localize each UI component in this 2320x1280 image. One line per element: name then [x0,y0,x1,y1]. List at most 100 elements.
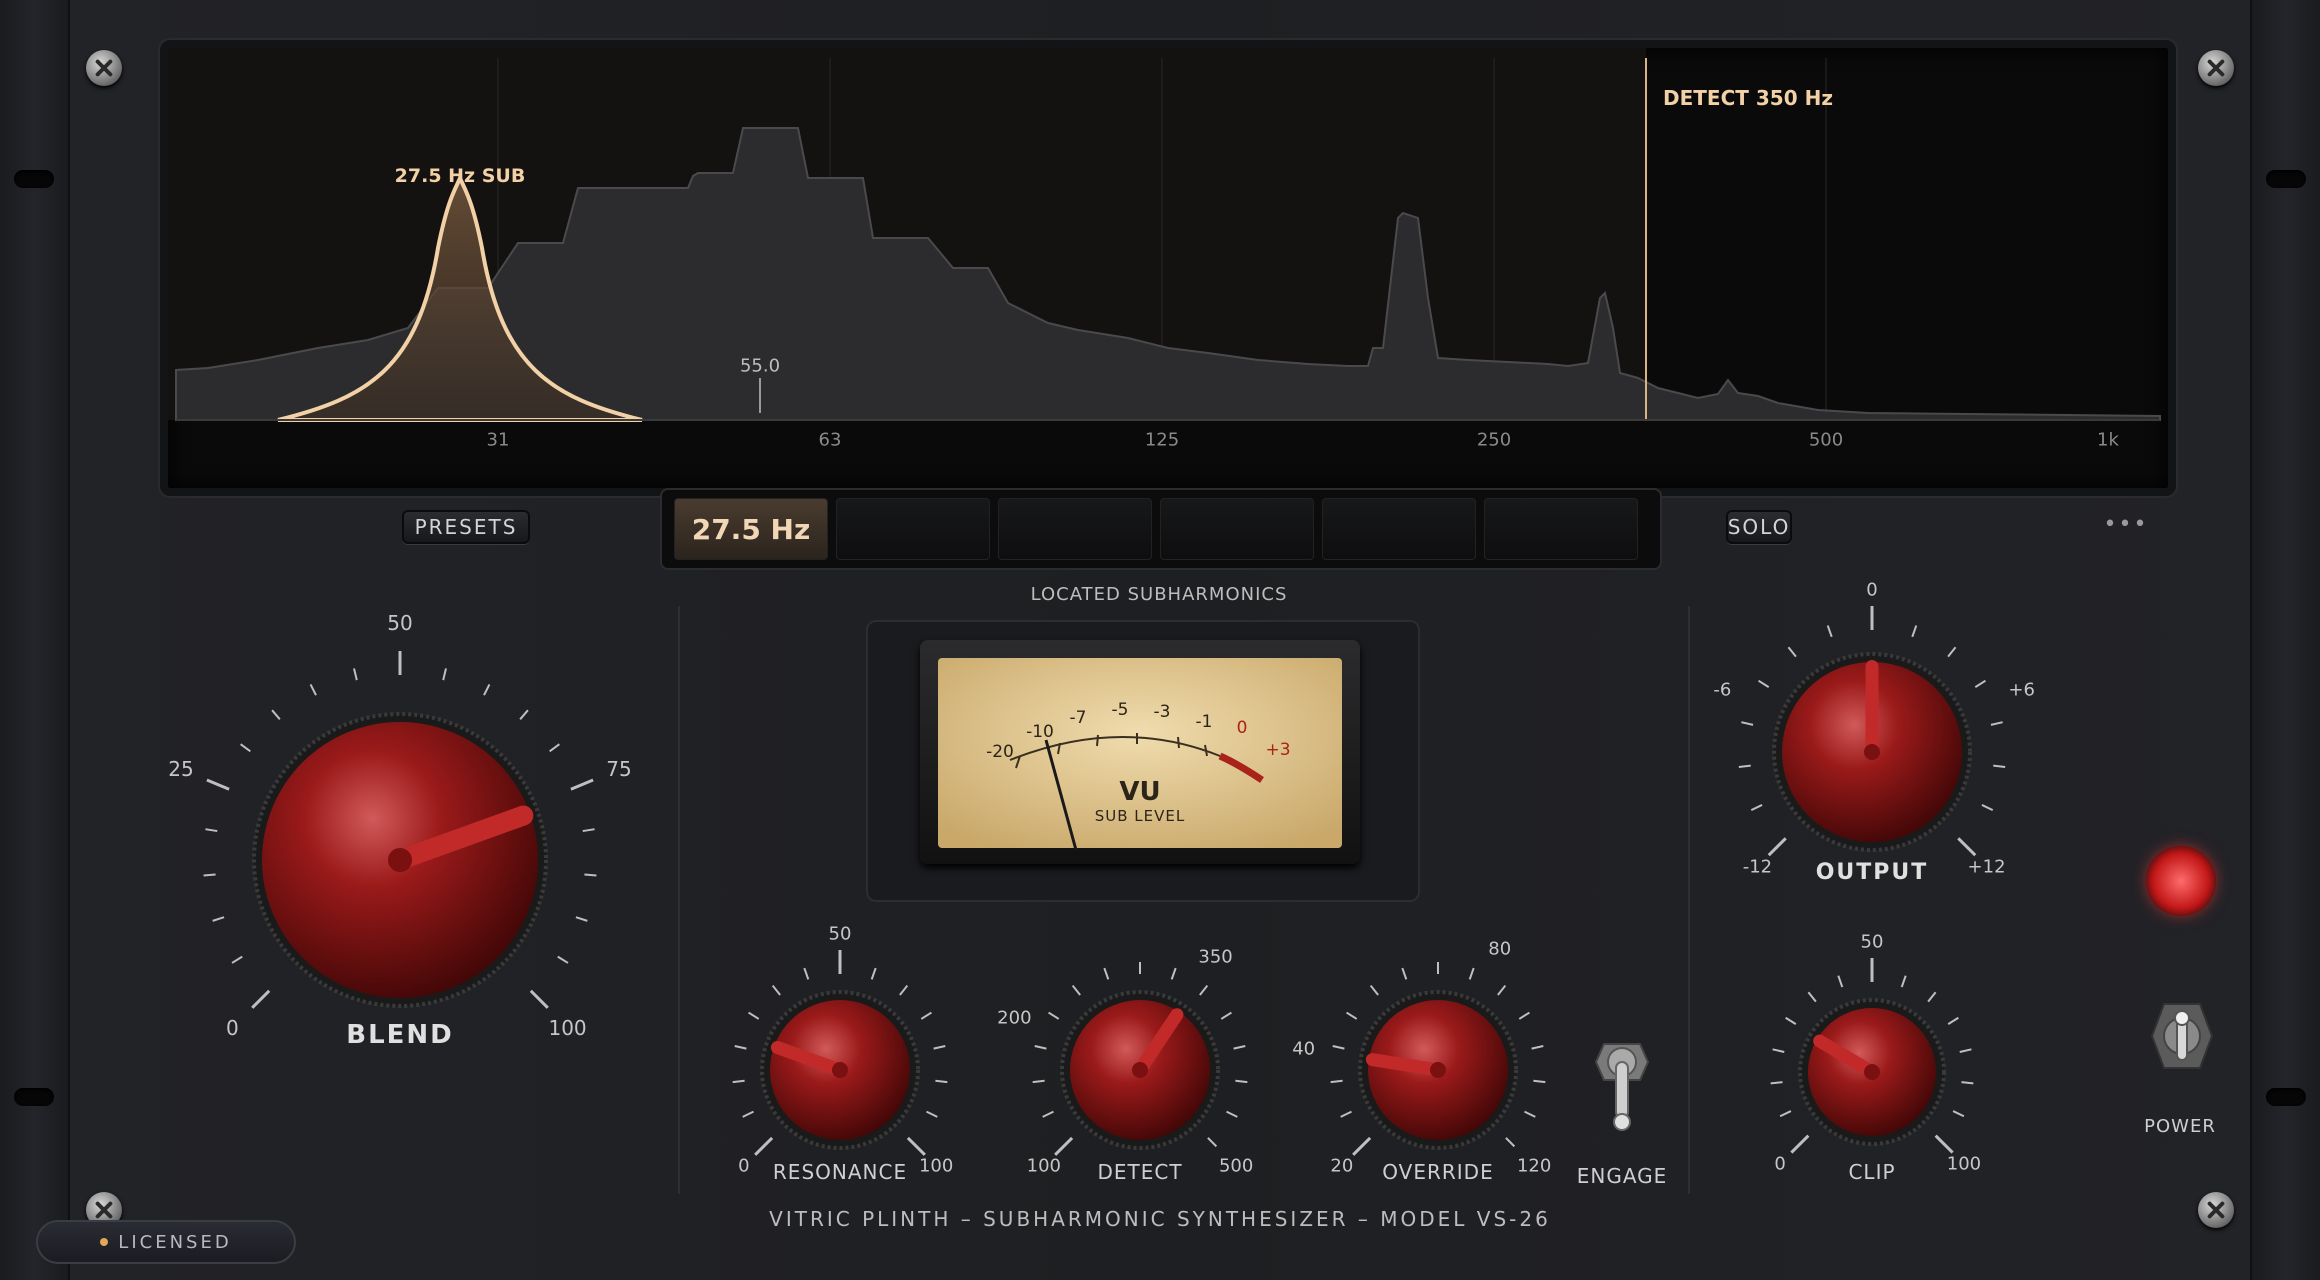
dial-tick [483,684,491,696]
dial-tick [570,778,594,791]
dial-tick [212,916,225,922]
dial-tick [1034,1044,1047,1050]
band-slot-4[interactable] [1160,498,1314,560]
license-badge[interactable]: LICENSED [36,1220,296,1264]
vu-subtitle: SUB LEVEL [1094,807,1186,825]
dial-tick [732,1079,745,1084]
dial-tick [1199,984,1209,996]
dial-tick [442,668,447,681]
rack-slot [2266,1088,2306,1106]
band-slot-2[interactable] [836,498,990,560]
dial-tick [933,1044,946,1050]
dial-tick [906,1136,926,1156]
dial-tick [748,1011,760,1020]
dial-tick [519,709,529,720]
license-label: LICENSED [118,1231,232,1253]
power-switch[interactable] [2150,1000,2214,1072]
detect-label: DETECT 350 Hz [1663,86,1833,110]
dial-tick [1770,1081,1783,1085]
dial-tick [251,989,271,1009]
screw-icon [2198,50,2234,86]
blend-label: BLEND [346,1020,454,1050]
dial-tick [1468,967,1475,980]
dial-tick [1785,1016,1797,1025]
dial-tick [1900,975,1907,988]
dial-tick [1340,1110,1352,1118]
vu-title: VU [1119,777,1161,807]
spectrum-svg [168,48,2161,422]
solo-button[interactable]: SOLO [1726,510,1792,544]
band-slot-5[interactable] [1322,498,1476,560]
spectrum-display[interactable]: 27.5 Hz SUB DETECT 350 Hz 55.0 31 63 125… [160,40,2176,496]
dial-tick [1779,1110,1792,1118]
dial-tick [1170,967,1177,980]
knob-hub [1430,1062,1446,1078]
output-label: OUTPUT [1815,860,1929,885]
dial-tick [1048,1011,1060,1020]
screw-icon [2198,1192,2234,1228]
dial-tick [271,709,281,720]
dial-tick [1974,679,1986,688]
right-rack-rail [2250,0,2320,1280]
dial-tick [1772,1048,1785,1053]
dial-tick [920,1011,932,1020]
dial-tick [926,1110,938,1118]
dial-tick [582,828,595,833]
resonance-scale-label: 50 [828,923,852,945]
x-tick: 63 [818,429,842,451]
output-scale-label: -6 [1713,679,1732,701]
dial-tick [584,873,597,877]
dial-tick [1826,625,1833,638]
vu-scale-label: -5 [1111,700,1129,720]
vu-scale-label: 0 [1236,718,1248,738]
output-scale-label: +6 [2008,679,2035,701]
override-scale-label: 40 [1292,1038,1316,1060]
marker-value: 55.0 [739,355,781,377]
dial-tick [1741,721,1754,726]
dial-tick [1531,1044,1544,1050]
dial-tick [1750,804,1763,812]
vu-scale-label: -7 [1069,708,1087,728]
section-label: LOCATED SUBHARMONICS [1030,584,1288,605]
band-slot-3[interactable] [998,498,1152,560]
dial-tick [1032,1079,1045,1084]
presets-button[interactable]: PRESETS [402,510,530,544]
divider-left [678,606,680,1194]
dial-tick [935,1079,948,1084]
dial-tick [1518,1011,1530,1020]
status-dot-icon [100,1238,109,1246]
band-slot-1[interactable]: 27.5 Hz [674,498,828,560]
dial-tick [1758,679,1770,688]
clip-label: CLIP [1848,1160,1896,1184]
left-rack-rail [0,0,70,1280]
x-tick: 125 [1144,429,1180,451]
dial-tick [754,1136,774,1156]
blend-scale-label: 50 [387,611,413,635]
more-options-button[interactable]: ••• [2104,512,2149,537]
knob-hub [1864,1064,1880,1080]
engage-toggle[interactable] [1594,1034,1650,1134]
resonance-scale-label: 0 [738,1155,750,1177]
dial-tick [742,1110,754,1118]
dial-tick [1220,1011,1232,1020]
knob-hub [1132,1062,1148,1078]
detect-scale-label: 350 [1198,946,1233,968]
dial-tick [549,743,560,753]
dial-tick [353,668,358,681]
located-bands-strip: 27.5 Hz [660,488,1662,570]
power-indicator-light [2146,846,2216,916]
vu-scale-label: -1 [1195,712,1213,732]
override-scale-label: 80 [1488,938,1512,960]
power-switch-icon [2150,1003,2214,1069]
knob-hub [388,848,412,872]
engage-label: ENGAGE [1576,1164,1668,1188]
dial-tick [1207,1137,1218,1148]
dial-tick [1533,1079,1546,1084]
override-label: OVERRIDE [1382,1160,1494,1184]
blend-scale-label: 0 [226,1015,239,1040]
dial-tick [205,828,218,833]
dial-tick [206,778,230,791]
band-slot-6[interactable] [1484,498,1638,560]
dial-tick [1505,1137,1516,1148]
screw-icon [86,50,122,86]
